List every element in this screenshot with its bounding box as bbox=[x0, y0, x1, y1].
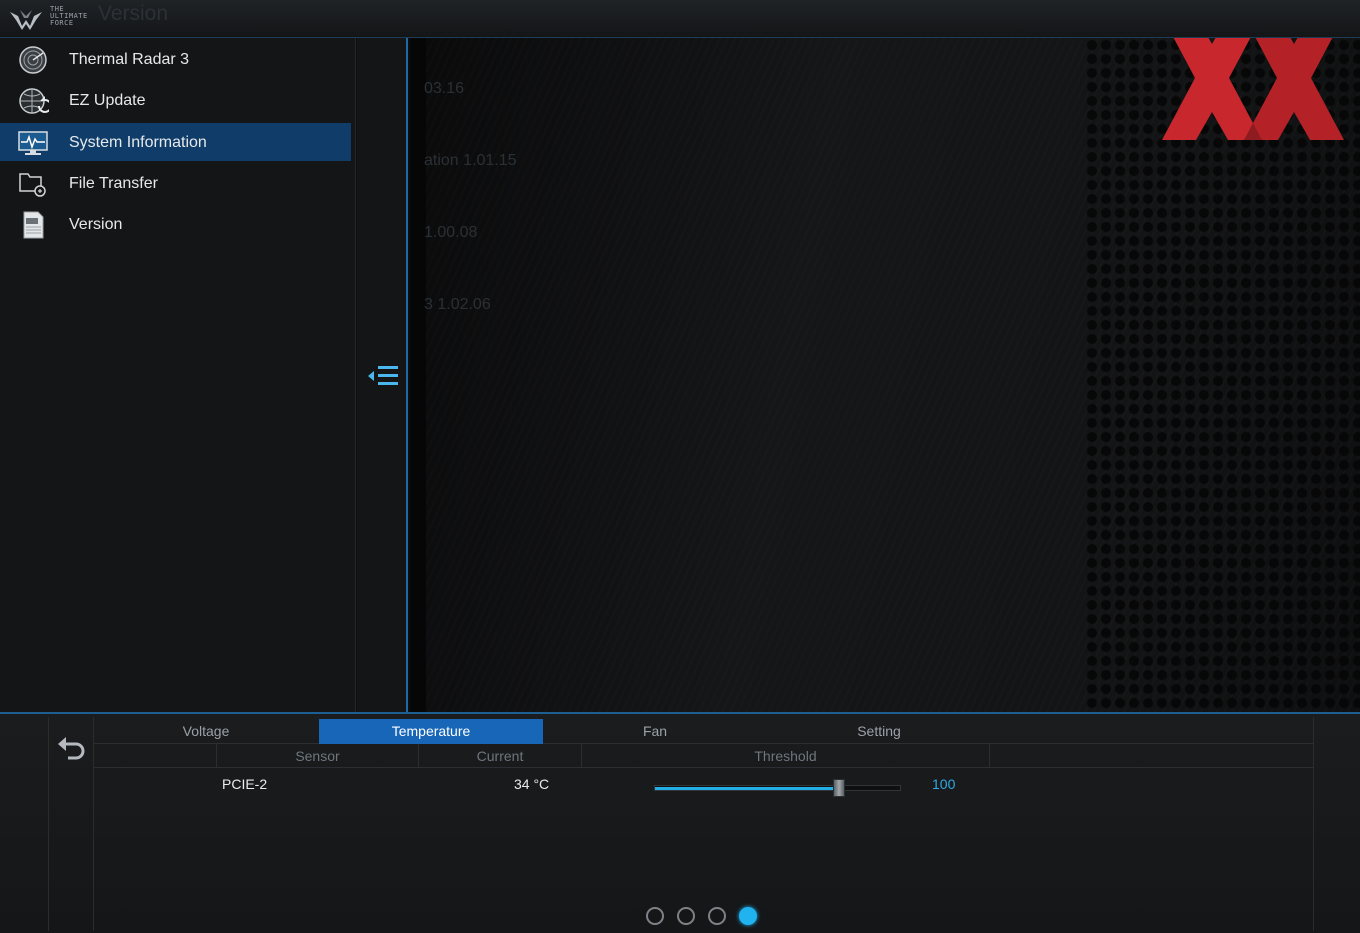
sidebar-item-file-transfer[interactable]: File Transfer bbox=[0, 164, 351, 202]
xx-watermark-logo bbox=[1162, 38, 1344, 140]
table-header: Sensor Current Threshold bbox=[94, 744, 1314, 768]
sidebar-item-thermal-radar[interactable]: Thermal Radar 3 bbox=[0, 40, 351, 78]
faded-version-text: 3 1.02.06 bbox=[424, 296, 491, 313]
column-header-sensor: Sensor bbox=[217, 744, 419, 768]
tab-temperature[interactable]: Temperature bbox=[319, 719, 543, 744]
slider-handle[interactable] bbox=[833, 779, 845, 797]
system-monitor-icon bbox=[18, 131, 48, 155]
globe-update-icon bbox=[19, 88, 49, 114]
version-document-icon bbox=[23, 211, 44, 239]
current-temperature: 34 °C bbox=[514, 776, 550, 792]
page-dot-1[interactable] bbox=[646, 907, 664, 925]
panel-area: Voltage Temperature Fan Setting Sensor C… bbox=[93, 717, 1314, 931]
page-dot-3[interactable] bbox=[708, 907, 726, 925]
sidebar-item-label: Version bbox=[69, 216, 123, 233]
tab-setting[interactable]: Setting bbox=[767, 719, 991, 744]
page-dot-2[interactable] bbox=[677, 907, 695, 925]
threshold-slider[interactable] bbox=[654, 779, 901, 797]
sidebar-item-label: Thermal Radar 3 bbox=[69, 51, 190, 68]
table-row: PCIE-2 34 °C 100 bbox=[94, 772, 1314, 798]
logo-wordmark: THE ULTIMATE FORCE bbox=[50, 5, 88, 27]
threshold-value: 100 bbox=[932, 776, 956, 792]
thermal-radar-panel: Voltage Temperature Fan Setting Sensor C… bbox=[0, 712, 1360, 933]
sidebar-item-ez-update[interactable]: EZ Update bbox=[0, 81, 351, 119]
sidebar-item-label: EZ Update bbox=[69, 92, 146, 109]
sidebar-collapse-strip bbox=[357, 38, 408, 712]
sidebar-item-label: System Information bbox=[69, 134, 207, 151]
tab-fan[interactable]: Fan bbox=[543, 719, 767, 744]
page-dot-4[interactable] bbox=[739, 907, 757, 925]
sidebar-item-version[interactable]: Version bbox=[0, 205, 351, 243]
faded-version-text: 03.16 bbox=[424, 80, 465, 97]
column-header-current: Current bbox=[419, 744, 582, 768]
file-transfer-icon bbox=[19, 173, 46, 197]
page-indicator bbox=[646, 907, 766, 927]
faded-version-text: ation 1.01.15 bbox=[424, 152, 517, 169]
tuf-logo bbox=[10, 10, 42, 30]
sidebar-item-label: File Transfer bbox=[69, 175, 158, 192]
main-content: 03.16 ation 1.01.15 1.00.08 3 1.02.06 bbox=[410, 38, 1360, 712]
back-arrow-icon[interactable] bbox=[54, 731, 88, 765]
slider-fill bbox=[655, 787, 839, 790]
title-bar: THE ULTIMATE FORCE Version bbox=[0, 0, 1360, 38]
page-title: Version bbox=[98, 2, 169, 25]
faded-version-text: 1.00.08 bbox=[424, 224, 478, 241]
panel-tabs: Voltage Temperature Fan Setting bbox=[94, 719, 1314, 744]
thermal-radar-icon bbox=[19, 46, 47, 74]
sidebar-item-system-information[interactable]: System Information bbox=[0, 123, 351, 161]
column-header-threshold: Threshold bbox=[582, 744, 990, 768]
sensor-name: PCIE-2 bbox=[222, 776, 268, 792]
sidebar: Thermal Radar 3 EZ Update System Informa… bbox=[0, 38, 356, 712]
collapse-menu-icon[interactable] bbox=[362, 360, 402, 392]
tab-voltage[interactable]: Voltage bbox=[94, 719, 318, 744]
